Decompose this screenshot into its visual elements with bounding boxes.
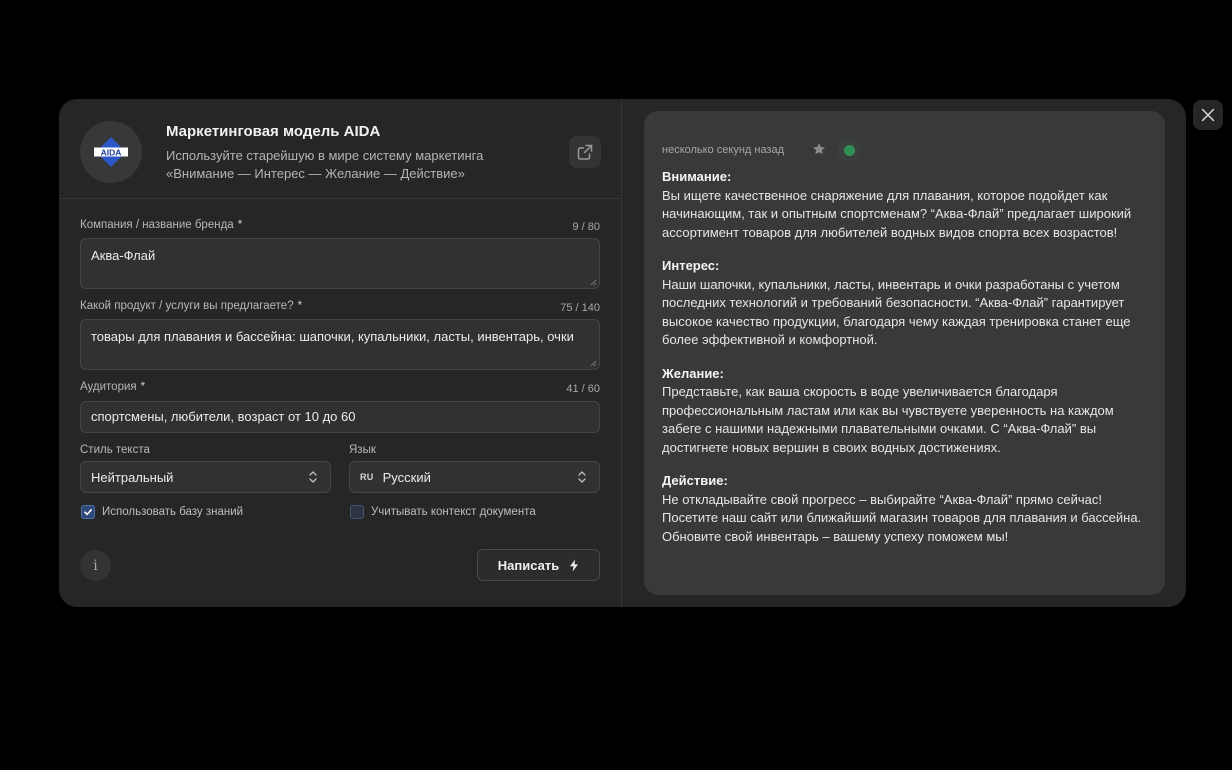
pane-divider	[621, 99, 622, 607]
section-text: Вы ищете качественное снаряжение для пла…	[662, 187, 1132, 240]
company-value: Аква-Флай	[91, 248, 156, 263]
aida-modal: AIDA Маркетинговая модель AIDA Используй…	[59, 99, 1186, 607]
audience-input[interactable]: спортсмены, любители, возраст от 10 до 6…	[80, 401, 600, 433]
product-label: Какой продукт / услуги вы предлагаете? *	[80, 300, 303, 312]
product-counter: 75 / 140	[560, 302, 600, 314]
section-title: Интерес:	[662, 258, 720, 273]
result-section-action: Действие: Не откладывайте свой прогресс …	[662, 472, 1154, 546]
section-text: Не откладывайте свой прогресс – выбирайт…	[662, 491, 1142, 544]
result-section-attention: Внимание: Вы ищете качественное снаряжен…	[662, 168, 1154, 242]
aida-logo-text: AIDA	[101, 147, 122, 157]
product-input[interactable]: товары для плавания и бассейна: шапочки,…	[80, 319, 600, 370]
language-label: Язык	[349, 444, 376, 456]
section-title: Внимание:	[662, 169, 732, 184]
result-section-interest: Интерес: Наши шапочки, купальники, ласты…	[662, 257, 1154, 350]
result-section-desire: Желание: Представьте, как ваша скорость …	[662, 365, 1154, 458]
section-title: Желание:	[662, 365, 724, 381]
checkmark-icon	[84, 509, 92, 516]
aida-logo: AIDA	[80, 121, 142, 183]
product-value: товары для плавания и бассейна: шапочки,…	[91, 329, 574, 344]
aida-logo-icon: AIDA	[94, 137, 128, 167]
document-context-label[interactable]: Учитывать контекст документа	[371, 506, 536, 518]
style-label: Стиль текста	[80, 444, 150, 456]
close-button[interactable]	[1193, 100, 1223, 130]
language-value: Русский	[382, 469, 431, 485]
company-counter: 9 / 80	[572, 221, 600, 233]
style-value: Нейтральный	[91, 469, 174, 485]
chevron-up-down-icon	[578, 471, 586, 483]
required-mark: *	[140, 381, 146, 393]
status-badge	[837, 138, 861, 162]
knowledge-base-label[interactable]: Использовать базу знаний	[102, 506, 243, 518]
info-icon: i	[93, 557, 98, 574]
audience-value: спортсмены, любители, возраст от 10 до 6…	[91, 409, 356, 424]
result-card: несколько секунд назад Внимание: Вы ищет…	[644, 111, 1165, 595]
company-input[interactable]: Аква-Флай	[80, 238, 600, 289]
share-icon	[577, 144, 593, 160]
page-title: Маркетинговая модель AIDA	[166, 123, 381, 140]
star-icon[interactable]	[812, 142, 826, 156]
close-icon	[1201, 108, 1215, 122]
company-label: Компания / название бренда *	[80, 219, 243, 231]
knowledge-base-checkbox[interactable]	[81, 505, 95, 519]
section-text: Представьте, как ваша скорость в воде ув…	[662, 384, 1114, 455]
resize-handle-icon[interactable]	[590, 279, 597, 286]
style-select[interactable]: Нейтральный	[80, 461, 331, 493]
resize-handle-icon[interactable]	[590, 360, 597, 367]
language-flag-code: RU	[360, 472, 374, 482]
write-button-label: Написать	[497, 557, 560, 573]
audience-label: Аудитория *	[80, 381, 146, 393]
document-context-checkbox[interactable]	[350, 505, 364, 519]
page-subtitle: Используйте старейшую в мире систему мар…	[166, 148, 484, 181]
chevron-up-down-icon	[309, 471, 317, 483]
lightning-icon	[570, 559, 579, 571]
result-timestamp: несколько секунд назад	[662, 144, 785, 156]
section-text: Наши шапочки, купальники, ласты, инвента…	[662, 276, 1131, 348]
audience-counter: 41 / 60	[566, 383, 600, 395]
form-pane: AIDA Маркетинговая модель AIDA Используй…	[59, 99, 621, 607]
required-mark: *	[297, 300, 303, 312]
result-content: Внимание: Вы ищете качественное снаряжен…	[662, 168, 1154, 561]
share-button[interactable]	[569, 136, 601, 168]
write-button[interactable]: Написать	[477, 549, 600, 581]
language-select[interactable]: RU Русский	[349, 461, 600, 493]
modal-header: AIDA Маркетинговая модель AIDA Используй…	[59, 99, 621, 199]
status-ok-icon	[843, 144, 855, 156]
required-mark: *	[237, 219, 243, 231]
info-button[interactable]: i	[80, 550, 111, 581]
section-title: Действие:	[662, 473, 728, 488]
